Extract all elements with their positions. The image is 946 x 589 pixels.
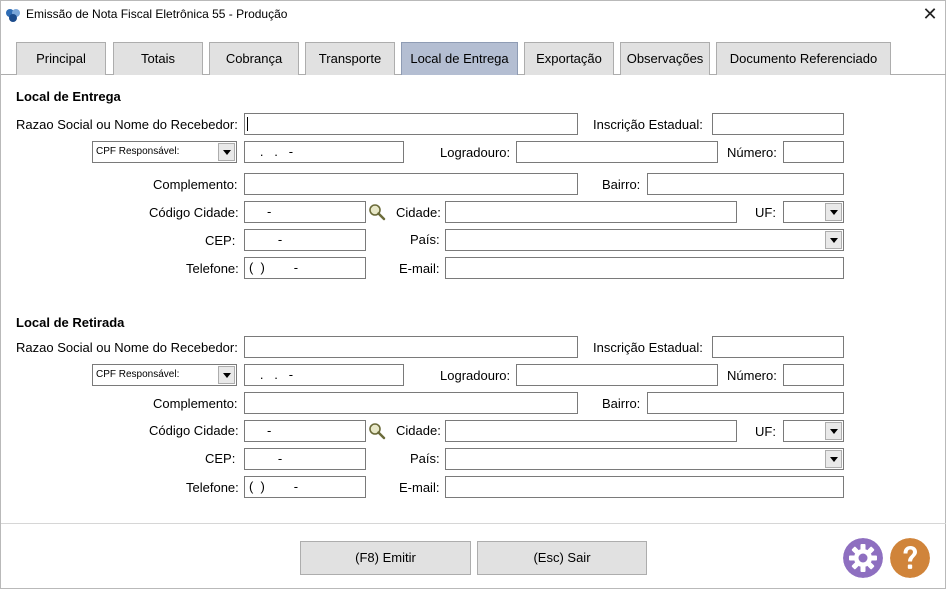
entrega-cidade-label: Cidade: (396, 205, 441, 220)
search-icon[interactable] (368, 203, 386, 221)
entrega-telefone-label: Telefone: (186, 261, 239, 276)
retirada-cep-label: CEP: (205, 451, 236, 466)
chevron-down-icon (218, 143, 235, 161)
retirada-ie-label: Inscrição Estadual: (593, 340, 703, 355)
retirada-uf-select[interactable] (783, 420, 844, 442)
retirada-logradouro-label: Logradouro: (440, 368, 511, 383)
retirada-pais-select[interactable] (445, 448, 844, 470)
retirada-doc-input[interactable]: . . - (244, 364, 404, 386)
entrega-razao-label: Razao Social ou Nome do Recebedor: (16, 117, 238, 132)
retirada-ie-input[interactable] (712, 336, 844, 358)
entrega-cidade-input[interactable] (445, 201, 737, 223)
retirada-email-input[interactable] (445, 476, 844, 498)
entrega-bairro-label: Bairro: (602, 177, 641, 192)
tab-exportacao[interactable]: Exportação (524, 42, 614, 75)
tab-observacoes[interactable]: Observações (620, 42, 710, 75)
retirada-numero-input[interactable] (783, 364, 844, 386)
tab-transporte[interactable]: Transporte (305, 42, 395, 75)
entrega-doc-type-value: CPF Responsável: (96, 146, 180, 157)
entrega-section-title: Local de Entrega (16, 89, 121, 104)
chevron-down-icon (825, 203, 842, 221)
entrega-cep-label: CEP: (205, 233, 236, 248)
entrega-cep-input[interactable]: - (244, 229, 366, 251)
question-icon[interactable] (890, 538, 930, 578)
chevron-down-icon (825, 231, 842, 249)
entrega-doc-input[interactable]: . . - (244, 141, 404, 163)
entrega-doc-type-select[interactable]: CPF Responsável: (92, 141, 237, 163)
emitir-button[interactable]: (F8) Emitir (300, 541, 471, 575)
retirada-cidade-input[interactable] (445, 420, 737, 442)
close-button[interactable]: ✕ (915, 1, 945, 30)
tab-local-de-entrega[interactable]: Local de Entrega (401, 42, 518, 75)
tab-cobranca[interactable]: Cobrança (209, 42, 299, 75)
retirada-razao-input[interactable] (244, 336, 578, 358)
window-title: Emissão de Nota Fiscal Eletrônica 55 - P… (26, 7, 288, 21)
entrega-ie-input[interactable] (712, 113, 844, 135)
entrega-uf-select[interactable] (783, 201, 844, 223)
retirada-bairro-input[interactable] (647, 392, 844, 414)
entrega-complemento-label: Complemento: (153, 177, 238, 192)
entrega-ie-label: Inscrição Estadual: (593, 117, 703, 132)
footer-divider (1, 523, 946, 524)
retirada-doc-type-value: CPF Responsável: (96, 369, 180, 380)
chevron-down-icon (218, 366, 235, 384)
entrega-uf-label: UF: (755, 205, 776, 220)
entrega-telefone-input[interactable]: ( ) - (244, 257, 366, 279)
title-bar: Emissão de Nota Fiscal Eletrônica 55 - P… (1, 1, 945, 30)
retirada-email-label: E-mail: (399, 480, 440, 495)
retirada-section-title: Local de Retirada (16, 315, 125, 330)
entrega-logradouro-input[interactable] (516, 141, 718, 163)
retirada-pais-label: País: (410, 451, 440, 466)
entrega-numero-input[interactable] (783, 141, 844, 163)
retirada-complemento-label: Complemento: (153, 396, 238, 411)
tab-principal[interactable]: Principal (16, 42, 106, 75)
retirada-doc-type-select[interactable]: CPF Responsável: (92, 364, 237, 386)
entrega-pais-select[interactable] (445, 229, 844, 251)
entrega-codcidade-input[interactable]: - (244, 201, 366, 223)
tab-documento-referenciado[interactable]: Documento Referenciado (716, 42, 891, 75)
retirada-bairro-label: Bairro: (602, 396, 641, 411)
retirada-razao-label: Razao Social ou Nome do Recebedor: (16, 340, 238, 355)
entrega-bairro-input[interactable] (647, 173, 844, 195)
retirada-numero-label: Número: (727, 368, 777, 383)
retirada-cidade-label: Cidade: (396, 423, 441, 438)
nfe-window: Emissão de Nota Fiscal Eletrônica 55 - P… (0, 0, 946, 589)
retirada-logradouro-input[interactable] (516, 364, 718, 386)
retirada-codcidade-input[interactable]: - (244, 420, 366, 442)
search-icon[interactable] (368, 422, 386, 440)
chevron-down-icon (825, 450, 842, 468)
entrega-pais-label: País: (410, 232, 440, 247)
entrega-codcidade-label: Código Cidade: (149, 205, 239, 220)
gear-icon[interactable] (843, 538, 883, 578)
retirada-complemento-input[interactable] (244, 392, 578, 414)
retirada-codcidade-label: Código Cidade: (149, 423, 239, 438)
entrega-razao-input[interactable] (244, 113, 578, 135)
entrega-logradouro-label: Logradouro: (440, 145, 511, 160)
retirada-cep-input[interactable]: - (244, 448, 366, 470)
close-icon: ✕ (922, 4, 938, 24)
entrega-complemento-input[interactable] (244, 173, 578, 195)
retirada-uf-label: UF: (755, 424, 776, 439)
retirada-telefone-label: Telefone: (186, 480, 239, 495)
chevron-down-icon (825, 422, 842, 440)
entrega-numero-label: Número: (727, 145, 777, 160)
app-logo-icon (6, 9, 20, 22)
retirada-telefone-input[interactable]: ( ) - (244, 476, 366, 498)
tab-totais[interactable]: Totais (113, 42, 203, 75)
sair-button[interactable]: (Esc) Sair (477, 541, 647, 575)
entrega-email-input[interactable] (445, 257, 844, 279)
entrega-email-label: E-mail: (399, 261, 440, 276)
